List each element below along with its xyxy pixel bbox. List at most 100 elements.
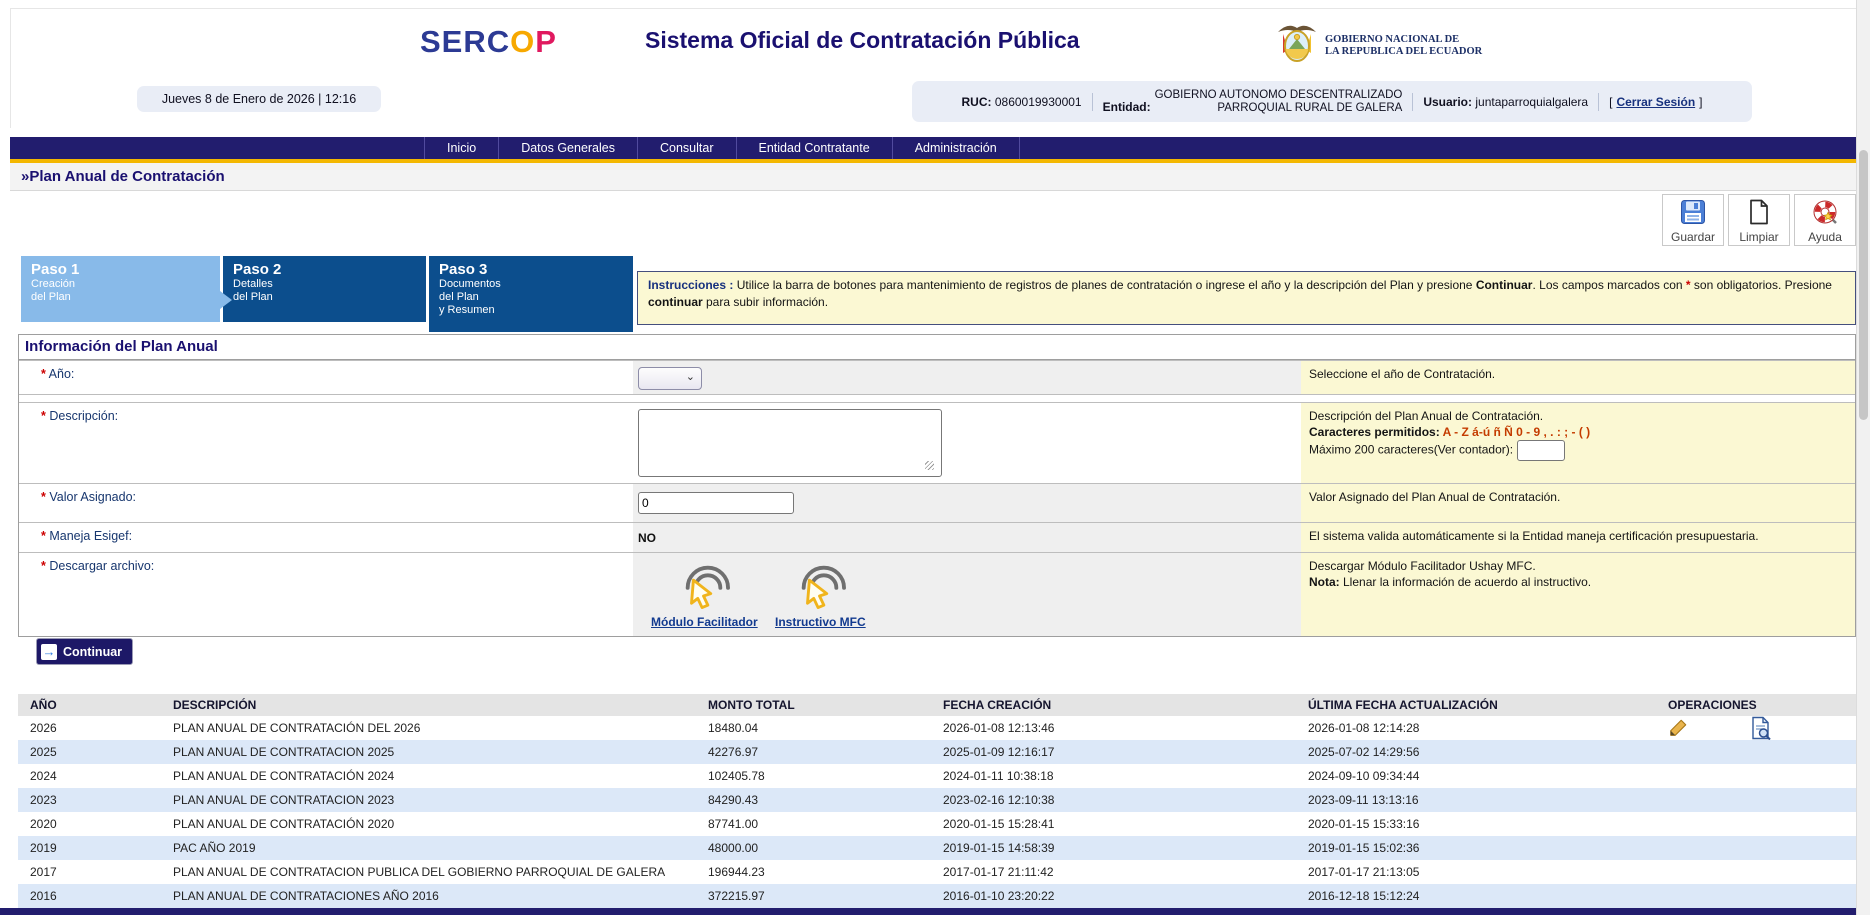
cell-actualizacion: 2026-01-08 12:14:28 — [1290, 716, 1650, 740]
gov-line2: LA REPUBLICA DEL ECUADOR — [1325, 46, 1482, 57]
form-row-descargar: * Descargar archivo: Módulo Facilitador — [19, 552, 1855, 636]
valor-label: * Valor Asignado: — [19, 484, 633, 522]
cell-operaciones — [1650, 860, 1856, 884]
char-counter-input[interactable] — [1517, 440, 1565, 461]
cell-year: 2025 — [18, 740, 155, 764]
cell-year: 2019 — [18, 836, 155, 860]
step-1-line1: Creación — [31, 278, 220, 291]
instructivo-mfc-link[interactable]: Instructivo MFC — [775, 615, 866, 629]
table-row: 2020 PLAN ANUAL DE CONTRATACIÓN 2020 877… — [18, 812, 1856, 836]
descargar-label-text: Descargar archivo: — [49, 559, 154, 573]
step-3-title: Paso 3 — [439, 261, 633, 278]
table-row: 2019 PAC AÑO 2019 48000.00 2019-01-15 14… — [18, 836, 1856, 860]
col-header-ultima-actualizacion: ÚLTIMA FECHA ACTUALIZACIÓN — [1290, 694, 1650, 716]
cell-creacion: 2025-01-09 12:16:17 — [925, 740, 1290, 764]
cell-monto: 87741.00 — [690, 812, 925, 836]
nav-item-consultar[interactable]: Consultar — [638, 137, 737, 159]
click-cursor-icon[interactable] — [791, 559, 849, 614]
table-row: 2016 PLAN ANUAL DE CONTRATACIONES AÑO 20… — [18, 884, 1856, 908]
cell-year: 2016 — [18, 884, 155, 908]
nav-item-inicio[interactable]: Inicio — [424, 137, 499, 159]
cell-desc: PLAN ANUAL DE CONTRATACIONES AÑO 2016 — [155, 884, 690, 908]
cell-monto: 196944.23 — [690, 860, 925, 884]
help-button[interactable]: Ayuda — [1794, 194, 1856, 246]
cell-monto: 42276.97 — [690, 740, 925, 764]
caracteres-permitidos-label: Caracteres permitidos: — [1309, 425, 1443, 439]
table-header-row: AÑO DESCRIPCIÓN MONTO TOTAL FECHA CREACI… — [18, 694, 1856, 716]
valor-asignado-input[interactable] — [638, 492, 794, 514]
arrow-right-icon: → — [41, 644, 57, 660]
step-1-line2: del Plan — [31, 291, 220, 304]
logout-bracket-open: [ — [1609, 95, 1612, 109]
cell-operaciones — [1650, 716, 1856, 740]
cell-year: 2024 — [18, 764, 155, 788]
nav-item-datos-generales[interactable]: Datos Generales — [499, 137, 638, 159]
clear-label: Limpiar — [1739, 230, 1778, 244]
descripcion-textarea[interactable] — [638, 409, 942, 477]
required-asterisk: * — [41, 490, 46, 504]
step-3-line2: del Plan — [439, 291, 633, 304]
required-asterisk: * — [41, 559, 46, 573]
continue-button[interactable]: → Continuar — [36, 638, 133, 665]
form-row-valor: * Valor Asignado: Valor Asignado del Pla… — [19, 483, 1855, 522]
page-frame-left — [10, 8, 11, 128]
separator — [1598, 93, 1599, 111]
cell-actualizacion: 2023-09-11 13:13:16 — [1290, 788, 1650, 812]
esigef-hint: El sistema valida automáticamente si la … — [1301, 523, 1855, 552]
cell-creacion: 2020-01-15 15:28:41 — [925, 812, 1290, 836]
nav-item-administracion[interactable]: Administración — [893, 137, 1020, 159]
continue-label: Continuar — [63, 645, 122, 659]
session-info-bar: RUC: 0860019930001 Entidad:GOBIERNO AUTO… — [912, 81, 1752, 122]
esigef-label: * Maneja Esigef: — [19, 523, 633, 552]
vertical-scrollbar[interactable] — [1856, 0, 1870, 915]
plans-table: AÑO DESCRIPCIÓN MONTO TOTAL FECHA CREACI… — [18, 694, 1856, 908]
nav-menu: Inicio Datos Generales Consultar Entidad… — [424, 137, 1020, 159]
instructions-text-4: para subir información. — [703, 295, 828, 309]
clear-icon — [1748, 199, 1770, 230]
required-asterisk: * — [41, 529, 46, 543]
modulo-facilitador-link[interactable]: Módulo Facilitador — [651, 615, 758, 629]
esigef-label-text: Maneja Esigef: — [49, 529, 132, 543]
logout-link[interactable]: Cerrar Sesión — [1616, 95, 1695, 109]
cell-actualizacion: 2025-07-02 14:29:56 — [1290, 740, 1650, 764]
cell-creacion: 2019-01-15 14:58:39 — [925, 836, 1290, 860]
cell-creacion: 2026-01-08 12:13:46 — [925, 716, 1290, 740]
instructions-bold-continuar: Continuar — [1476, 278, 1533, 292]
cell-desc: PLAN ANUAL DE CONTRATACIÓN 2024 — [155, 764, 690, 788]
year-select[interactable]: ⌄ — [638, 367, 702, 390]
help-icon — [1812, 199, 1838, 230]
save-button[interactable]: Guardar — [1662, 194, 1724, 246]
descripcion-hint: Descripción del Plan Anual de Contrataci… — [1301, 403, 1855, 483]
page-title: »Plan Anual de Contratación — [10, 163, 1856, 190]
cell-creacion: 2023-02-16 12:10:38 — [925, 788, 1290, 812]
ecuador-coat-of-arms-icon — [1276, 20, 1318, 71]
step-2-line2: del Plan — [233, 291, 426, 304]
cell-year: 2026 — [18, 716, 155, 740]
cell-creacion: 2016-01-10 23:20:22 — [925, 884, 1290, 908]
nav-item-entidad-contratante[interactable]: Entidad Contratante — [737, 137, 893, 159]
descripcion-field-cell — [633, 403, 1301, 483]
entity-label: Entidad: — [1103, 100, 1151, 114]
logo-letter-yellow: O — [510, 24, 535, 59]
resize-handle-icon[interactable] — [925, 461, 934, 470]
instructions-text-1: Utilice la barra de botones para manteni… — [737, 278, 1476, 292]
edit-pencil-icon[interactable] — [1668, 718, 1688, 738]
table-row: 2025 PLAN ANUAL DE CONTRATACION 2025 422… — [18, 740, 1856, 764]
table-row: 2023 PLAN ANUAL DE CONTRATACION 2023 842… — [18, 788, 1856, 812]
cell-operaciones — [1650, 812, 1856, 836]
click-cursor-icon[interactable] — [675, 559, 733, 614]
separator — [1092, 93, 1093, 111]
cell-year: 2020 — [18, 812, 155, 836]
clear-button[interactable]: Limpiar — [1728, 194, 1790, 246]
scrollbar-thumb[interactable] — [1859, 150, 1868, 420]
cell-year: 2023 — [18, 788, 155, 812]
descargar-field-cell: Módulo Facilitador Instructivo MFC — [633, 553, 1301, 636]
government-brand: GOBIERNO NACIONAL DE LA REPUBLICA DEL EC… — [1276, 20, 1482, 71]
nota-text: Llenar la información de acuerdo al inst… — [1340, 575, 1591, 589]
cell-operaciones — [1650, 740, 1856, 764]
view-report-icon[interactable] — [1751, 716, 1771, 740]
cell-year: 2017 — [18, 860, 155, 884]
cell-monto: 102405.78 — [690, 764, 925, 788]
instructions-text-2: . Los campos marcados con — [1532, 278, 1685, 292]
col-header-anio: AÑO — [18, 694, 155, 716]
